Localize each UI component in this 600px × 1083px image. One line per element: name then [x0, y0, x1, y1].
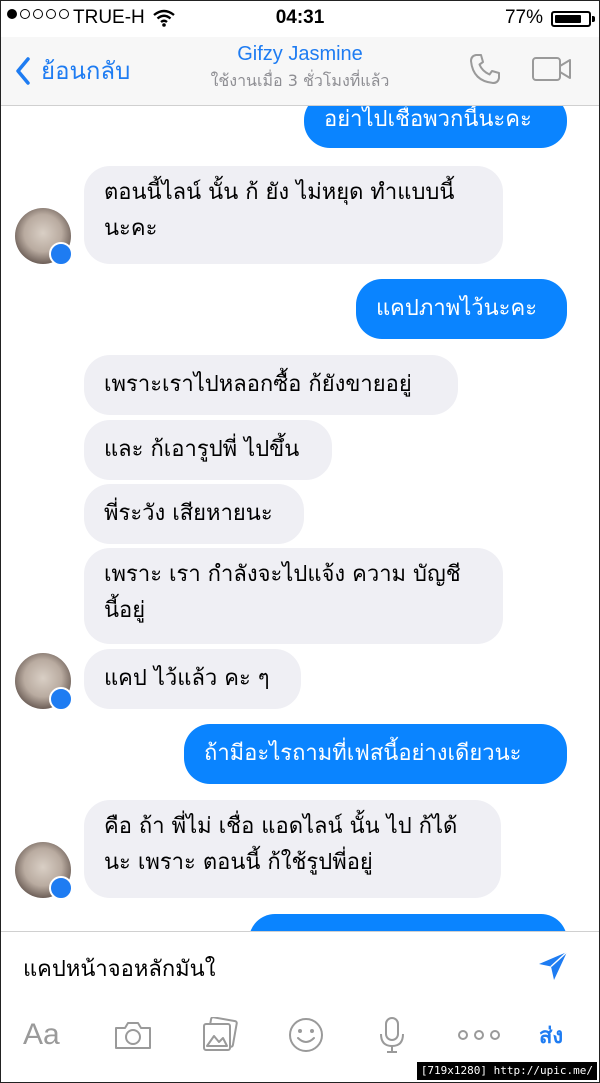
more-options-button[interactable] — [457, 1015, 501, 1055]
message-bubble-incoming[interactable]: พี่ระวัง เสียหายนะ — [84, 484, 304, 544]
watermark: [719x1280] http://upic.me/ — [416, 1062, 597, 1080]
message-bubble-outgoing[interactable]: อย่าไปเชื่อพวกนี้นะคะ — [304, 106, 567, 148]
camera-icon — [115, 1022, 151, 1049]
smiley-icon — [289, 1018, 323, 1052]
message-bubble-incoming[interactable]: คือ ถ้า พี่ไม่ เชื่อ แอดไลน์ นั้น ไป ก้ไ… — [84, 800, 501, 898]
message-thread[interactable]: อย่าไปเชื่อพวกนี้นะคะ ตอนนี้ไลน์ นั้น ก้… — [1, 106, 599, 931]
message-bubble-outgoing[interactable]: ถ้ามีอะไรถามที่เฟสนี้อย่างเดียวนะ — [184, 724, 567, 784]
message-bubble-incoming[interactable]: เพราะ เรา กำลังจะไปแจ้ง ความ บัญชี นี้อย… — [84, 548, 503, 644]
composer-toolbar: Aa ส่ง — [1, 1007, 599, 1061]
photo-gallery-button[interactable] — [201, 1015, 239, 1055]
send-text-button[interactable]: ส่ง — [539, 1015, 563, 1055]
messenger-badge-icon — [49, 876, 73, 900]
voice-message-button[interactable] — [377, 1015, 407, 1055]
conversation-title[interactable]: Gifzy Jasmine ใช้งานเมื่อ 3 ชั่วโมงที่แล… — [1, 43, 599, 94]
message-bubble-incoming[interactable]: เพราะเราไปหลอกซื้อ ก้ยังขายอยู่ — [84, 355, 458, 415]
send-arrow-icon — [539, 951, 568, 980]
message-input[interactable] — [23, 950, 523, 990]
phone-icon — [470, 54, 500, 84]
battery-icon — [551, 11, 595, 27]
message-composer — [1, 931, 599, 1008]
video-icon — [532, 57, 571, 81]
camera-button[interactable] — [113, 1015, 153, 1055]
contact-name: Gifzy Jasmine — [237, 43, 363, 65]
messenger-badge-icon — [49, 242, 73, 266]
send-button[interactable] — [537, 950, 569, 986]
video-call-button[interactable] — [531, 55, 573, 87]
last-active-status: ใช้งานเมื่อ 3 ชั่วโมงที่แล้ว — [210, 71, 390, 90]
navigation-bar: ย้อนกลับ Gifzy Jasmine ใช้งานเมื่อ 3 ชั่… — [1, 37, 599, 106]
message-bubble-incoming[interactable]: และ ก้เอารูปพี่ ไปขึ้น — [84, 420, 332, 480]
status-bar: TRUE-H 04:31 77% — [1, 1, 599, 37]
contact-avatar[interactable] — [15, 653, 73, 711]
phone-call-button[interactable] — [467, 51, 503, 91]
contact-avatar[interactable] — [15, 842, 73, 900]
message-bubble-outgoing[interactable]: แคปภาพไว้นะคะ — [356, 279, 567, 339]
message-bubble-incoming[interactable]: แคป ไว้แล้ว คะ ๆ — [84, 649, 301, 709]
photo-gallery-icon — [203, 1017, 238, 1051]
battery-percentage: 77% — [504, 7, 543, 28]
contact-avatar[interactable] — [15, 208, 73, 266]
microphone-icon — [380, 1017, 404, 1053]
sticker-button[interactable] — [287, 1015, 325, 1055]
screen: TRUE-H 04:31 77% ย้อนกลับ Gifzy Jasmine … — [0, 0, 600, 1083]
messenger-badge-icon — [49, 687, 73, 711]
more-dots-icon — [458, 1030, 500, 1040]
text-format-button[interactable]: Aa — [23, 1015, 60, 1055]
message-bubble-outgoing-partial[interactable] — [249, 914, 567, 931]
message-bubble-incoming[interactable]: ตอนนี้ไลน์ นั้น ก้ ยัง ไม่หยุด ทำแบบนี้ … — [84, 166, 503, 264]
